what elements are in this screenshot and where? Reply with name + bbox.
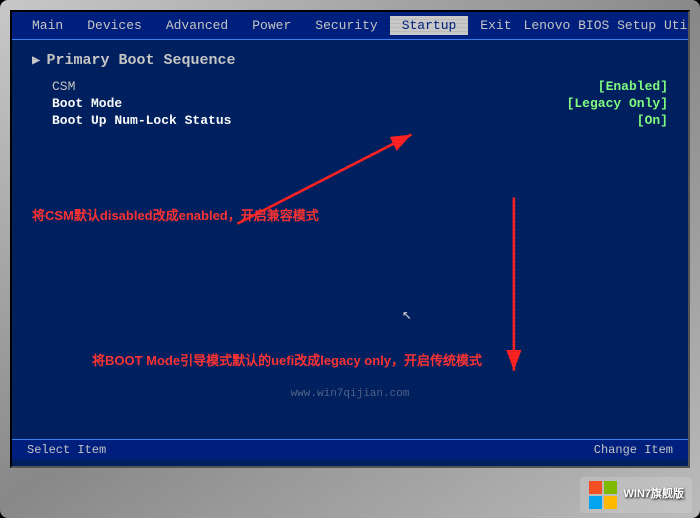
win7-badge: WIN7旗舰版 [580, 477, 693, 513]
monitor: Main Devices Advanced Power Security Sta… [0, 0, 700, 518]
menu-item-startup[interactable]: Startup [390, 16, 469, 35]
win7-label: WIN7旗舰版 [624, 488, 685, 501]
bios-screen: Main Devices Advanced Power Security Sta… [10, 10, 690, 468]
numlock-label: Boot Up Num-Lock Status [52, 113, 231, 128]
windows-logo-icon [588, 480, 618, 510]
menu-item-devices[interactable]: Devices [75, 16, 154, 35]
menu-item-exit[interactable]: Exit [468, 16, 523, 35]
bios-title: Lenovo BIOS Setup Utility [524, 18, 690, 33]
watermark-text: www.win7qijian.com [291, 388, 410, 400]
menu-bar: Main Devices Advanced Power Security Sta… [12, 12, 688, 40]
menu-row-numlock: Boot Up Num-Lock Status [On] [52, 113, 668, 128]
bootmode-label: Boot Mode [52, 96, 122, 111]
csm-value: [Enabled] [598, 79, 668, 94]
annotation-text-2: 将BOOT Mode引导模式默认的uefi改成legacy only，开启传统模… [92, 350, 482, 369]
bios-content: ▶ Primary Boot Sequence CSM [Enabled] Bo… [12, 40, 688, 460]
menu-item-power[interactable]: Power [240, 16, 303, 35]
triangle-icon: ▶ [32, 52, 40, 69]
section-title: Primary Boot Sequence [46, 52, 235, 69]
numlock-value: [On] [637, 113, 668, 128]
annotation-text-1: 将CSM默认disabled改成enabled，开启兼容模式 [32, 205, 319, 224]
menu-item-security[interactable]: Security [303, 16, 389, 35]
bios-menu: CSM [Enabled] Boot Mode [Legacy Only] Bo… [52, 79, 668, 128]
bootmode-value-container: [Legacy Only] [508, 96, 668, 111]
bottom-bar: Select Item Change Item [12, 439, 688, 460]
bottom-btn-change: Change Item [594, 443, 673, 457]
menu-items: Main Devices Advanced Power Security Sta… [12, 16, 524, 35]
menu-item-advanced[interactable]: Advanced [154, 16, 240, 35]
section-header: ▶ Primary Boot Sequence [32, 52, 668, 69]
bottom-btn-select: Select Item [27, 443, 106, 457]
menu-row-csm: CSM [Enabled] [52, 79, 668, 94]
numlock-value-container: [On] [508, 113, 668, 128]
bootmode-value: [Legacy Only] [567, 96, 668, 111]
csm-value-container: [Enabled] [508, 79, 668, 94]
menu-row-bootmode: Boot Mode [Legacy Only] [52, 96, 668, 111]
csm-label: CSM [52, 79, 75, 94]
mouse-cursor: ↖ [402, 304, 412, 324]
menu-item-main[interactable]: Main [20, 16, 75, 35]
